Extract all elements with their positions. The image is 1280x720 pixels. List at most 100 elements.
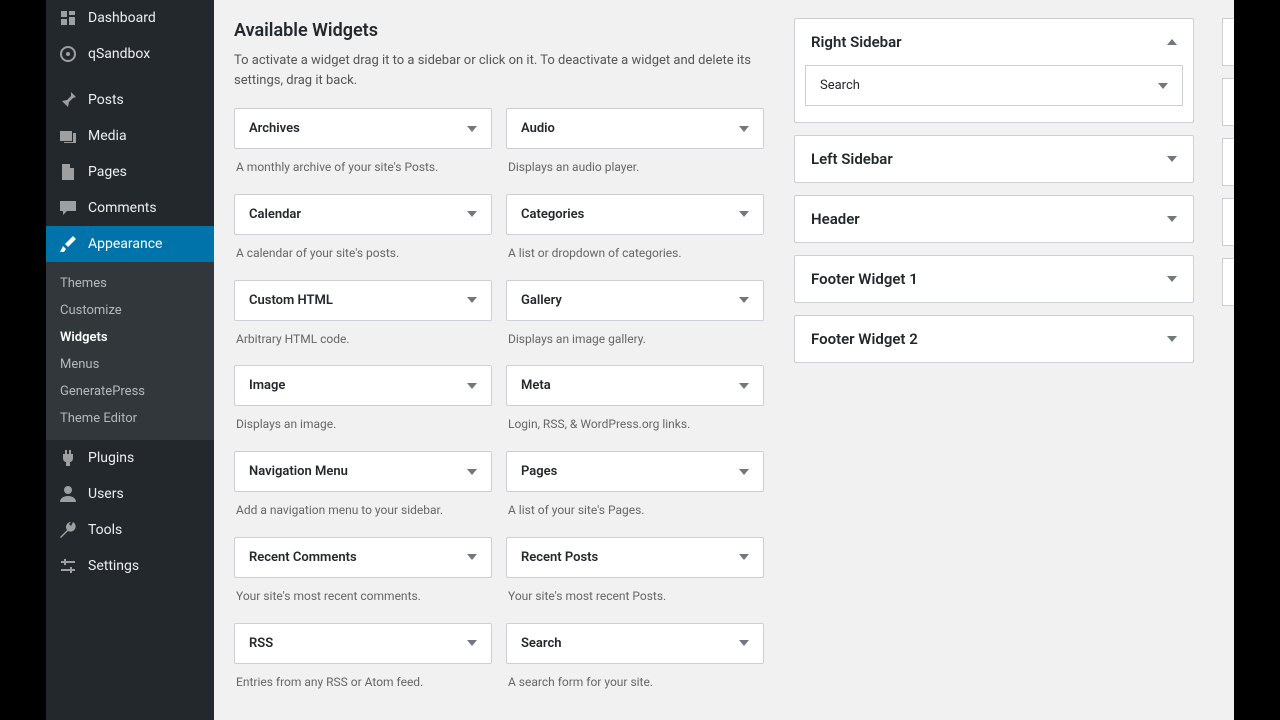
available-widget[interactable]: Image (234, 365, 492, 406)
available-widget[interactable]: RSS (234, 623, 492, 664)
widget-name: Recent Posts (521, 550, 598, 565)
widget-area-header[interactable]: Footer Widget 1 (795, 256, 1193, 302)
available-widget[interactable]: Recent Comments (234, 537, 492, 578)
widget-desc: Displays an image. (234, 406, 492, 447)
available-widget[interactable]: Meta (506, 365, 764, 406)
sidebar-item-comments[interactable]: Comments (46, 190, 214, 226)
sidebar-item-posts[interactable]: Posts (46, 82, 214, 118)
app-frame: Dashboard qSandbox Posts Media Pages Com… (46, 0, 1234, 720)
sidebar-label: qSandbox (88, 46, 150, 62)
sidebar-item-users[interactable]: Users (46, 476, 214, 512)
admin-sidebar: Dashboard qSandbox Posts Media Pages Com… (46, 0, 214, 720)
chevron-down-icon (739, 126, 749, 132)
sidebar-item-qsandbox[interactable]: qSandbox (46, 36, 214, 72)
widget-desc: A list of your site's Pages. (506, 492, 764, 533)
widget-cell: Recent CommentsYour site's most recent c… (234, 537, 492, 619)
available-widget[interactable]: Navigation Menu (234, 451, 492, 492)
chevron-down-icon (739, 469, 749, 475)
available-widget[interactable]: Archives (234, 108, 492, 149)
widget-desc: Login, RSS, & WordPress.org links. (506, 406, 764, 447)
chevron-down-icon (467, 469, 477, 475)
widget-name: Recent Comments (249, 550, 357, 565)
available-widget[interactable]: Pages (506, 451, 764, 492)
plugin-icon (58, 448, 78, 468)
submenu-themes[interactable]: Themes (46, 270, 214, 297)
chevron-down-icon (739, 383, 749, 389)
widget-area-header[interactable]: Footer Widget 2 (795, 316, 1193, 362)
widget-area-title: Header (811, 210, 860, 228)
sidebar-item-media[interactable]: Media (46, 118, 214, 154)
widget-area-header[interactable]: Header (795, 196, 1193, 242)
chevron-down-icon (739, 211, 749, 217)
widget-area: Left Sidebar (794, 135, 1194, 183)
placed-widget[interactable]: Search (805, 65, 1183, 106)
available-widget[interactable]: Search (506, 623, 764, 664)
sidebar-label: Plugins (88, 450, 134, 466)
tool-icon (58, 520, 78, 540)
widget-name: Custom HTML (249, 293, 333, 308)
available-widget[interactable]: Recent Posts (506, 537, 764, 578)
submenu-generatepress[interactable]: GeneratePress (46, 378, 214, 405)
widget-desc: Displays an image gallery. (506, 321, 764, 362)
appearance-submenu: Themes Customize Widgets Menus GenerateP… (46, 262, 214, 440)
chevron-down-icon (739, 640, 749, 646)
submenu-widgets[interactable]: Widgets (46, 324, 214, 351)
widget-area-title: Footer Widget 1 (811, 270, 918, 288)
chevron-down-icon (467, 126, 477, 132)
widget-name: Image (249, 378, 285, 393)
sidebar-item-dashboard[interactable]: Dashboard (46, 0, 214, 36)
available-widget[interactable]: Audio (506, 108, 764, 149)
submenu-menus[interactable]: Menus (46, 351, 214, 378)
widget-desc: A search form for your site. (506, 664, 764, 705)
sidebar-item-pages[interactable]: Pages (46, 154, 214, 190)
widget-area-header[interactable]: Left Sidebar (795, 136, 1193, 182)
user-icon (58, 484, 78, 504)
chevron-down-icon (1167, 216, 1177, 222)
chevron-down-icon (1167, 156, 1177, 162)
chevron-down-icon (1167, 336, 1177, 342)
widget-cell: Archives A monthly archive of your site's… (234, 108, 492, 190)
settings-icon (58, 556, 78, 576)
sidebar-label: Comments (88, 200, 157, 216)
widget-name: Search (521, 636, 562, 651)
chevron-up-icon (1167, 39, 1177, 45)
media-icon (58, 126, 78, 146)
sidebar-label: Media (88, 128, 127, 144)
widget-cell: GalleryDisplays an image gallery. (506, 280, 764, 362)
submenu-theme-editor[interactable]: Theme Editor (46, 405, 214, 432)
chevron-down-icon (1167, 276, 1177, 282)
available-widget[interactable]: Categories (506, 194, 764, 235)
main-content: Available Widgets To activate a widget d… (214, 0, 1234, 720)
widget-name: Archives (249, 121, 300, 136)
widget-desc: Add a navigation menu to your sidebar. (234, 492, 492, 533)
sidebar-item-appearance[interactable]: Appearance (46, 226, 214, 262)
sidebar-label: Dashboard (88, 10, 156, 26)
sidebar-areas-column: Right Sidebar Search Left Sidebar Header Foo… (794, 0, 1194, 700)
sidebar-item-settings[interactable]: Settings (46, 548, 214, 584)
sidebar-item-plugins[interactable]: Plugins (46, 440, 214, 476)
available-widgets-title: Available Widgets (234, 20, 764, 41)
submenu-customize[interactable]: Customize (46, 297, 214, 324)
available-widget[interactable]: Calendar (234, 194, 492, 235)
placed-widget-name: Search (820, 78, 860, 93)
available-widget[interactable]: Gallery (506, 280, 764, 321)
widget-desc: A monthly archive of your site's Posts. (234, 149, 492, 190)
widget-desc: Displays an audio player. (506, 149, 764, 190)
sandbox-icon (58, 44, 78, 64)
sidebar-label: Posts (88, 92, 124, 108)
widget-area-header[interactable]: Right Sidebar (795, 19, 1193, 65)
sidebar-label: Appearance (88, 236, 162, 252)
widget-area-title: Right Sidebar (811, 33, 902, 51)
chevron-down-icon (739, 297, 749, 303)
sidebar-item-tools[interactable]: Tools (46, 512, 214, 548)
widget-cell: Pages A list of your site's Pages. (506, 451, 764, 533)
widget-area: Header (794, 195, 1194, 243)
available-widgets-desc: To activate a widget drag it to a sideba… (234, 51, 764, 90)
widget-desc: A list or dropdown of categories. (506, 235, 764, 276)
widget-cell: Recent PostsYour site's most recent Post… (506, 537, 764, 619)
widget-name: Pages (521, 464, 557, 479)
available-widget[interactable]: Custom HTML (234, 280, 492, 321)
widget-name: Meta (521, 378, 551, 393)
widget-name: Categories (521, 207, 584, 222)
widget-name: Calendar (249, 207, 301, 222)
